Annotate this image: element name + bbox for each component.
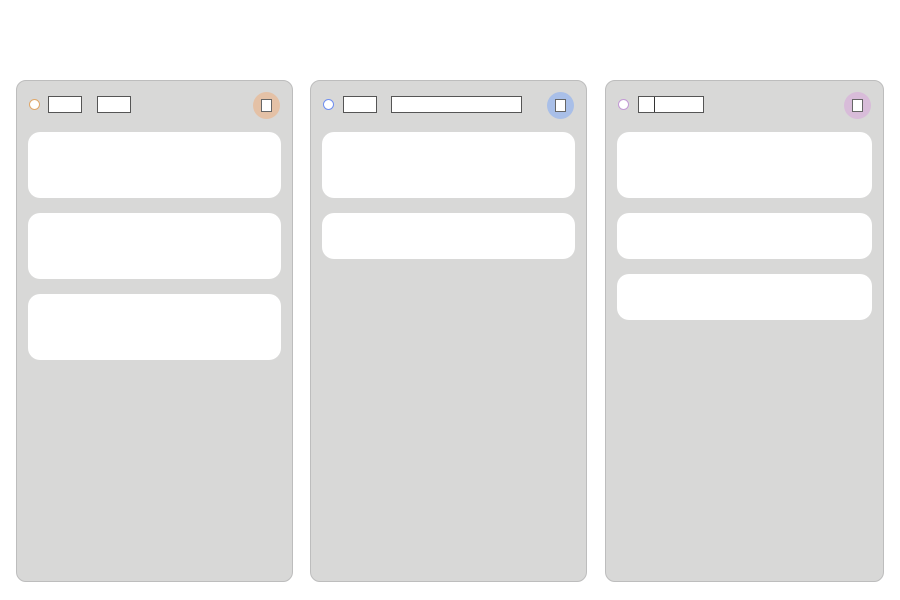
column-title-field[interactable] xyxy=(48,96,82,113)
card[interactable] xyxy=(322,213,575,259)
board-column-3 xyxy=(605,80,884,582)
card[interactable] xyxy=(28,213,281,279)
text-caret xyxy=(654,97,655,112)
column-header xyxy=(17,81,292,129)
card-list xyxy=(617,132,872,335)
column-action-button[interactable] xyxy=(844,92,871,119)
card[interactable] xyxy=(28,132,281,198)
card-list xyxy=(322,132,575,274)
card[interactable] xyxy=(322,132,575,198)
card-list xyxy=(28,132,281,375)
card[interactable] xyxy=(617,213,872,259)
column-title-field[interactable] xyxy=(343,96,377,113)
square-icon xyxy=(852,99,863,112)
column-action-button[interactable] xyxy=(253,92,280,119)
square-icon xyxy=(261,99,272,112)
column-title-input[interactable] xyxy=(638,96,704,113)
square-icon xyxy=(555,99,566,112)
board-column-1 xyxy=(16,80,293,582)
card[interactable] xyxy=(617,274,872,320)
column-header xyxy=(311,81,586,129)
column-subtitle-field[interactable] xyxy=(391,96,522,113)
board-column-2 xyxy=(310,80,587,582)
status-circle-icon[interactable] xyxy=(323,99,334,110)
column-header xyxy=(606,81,883,129)
column-action-button[interactable] xyxy=(547,92,574,119)
card[interactable] xyxy=(617,132,872,198)
column-subtitle-field[interactable] xyxy=(97,96,131,113)
kanban-board xyxy=(0,0,900,600)
status-circle-icon[interactable] xyxy=(29,99,40,110)
card[interactable] xyxy=(28,294,281,360)
status-circle-icon[interactable] xyxy=(618,99,629,110)
